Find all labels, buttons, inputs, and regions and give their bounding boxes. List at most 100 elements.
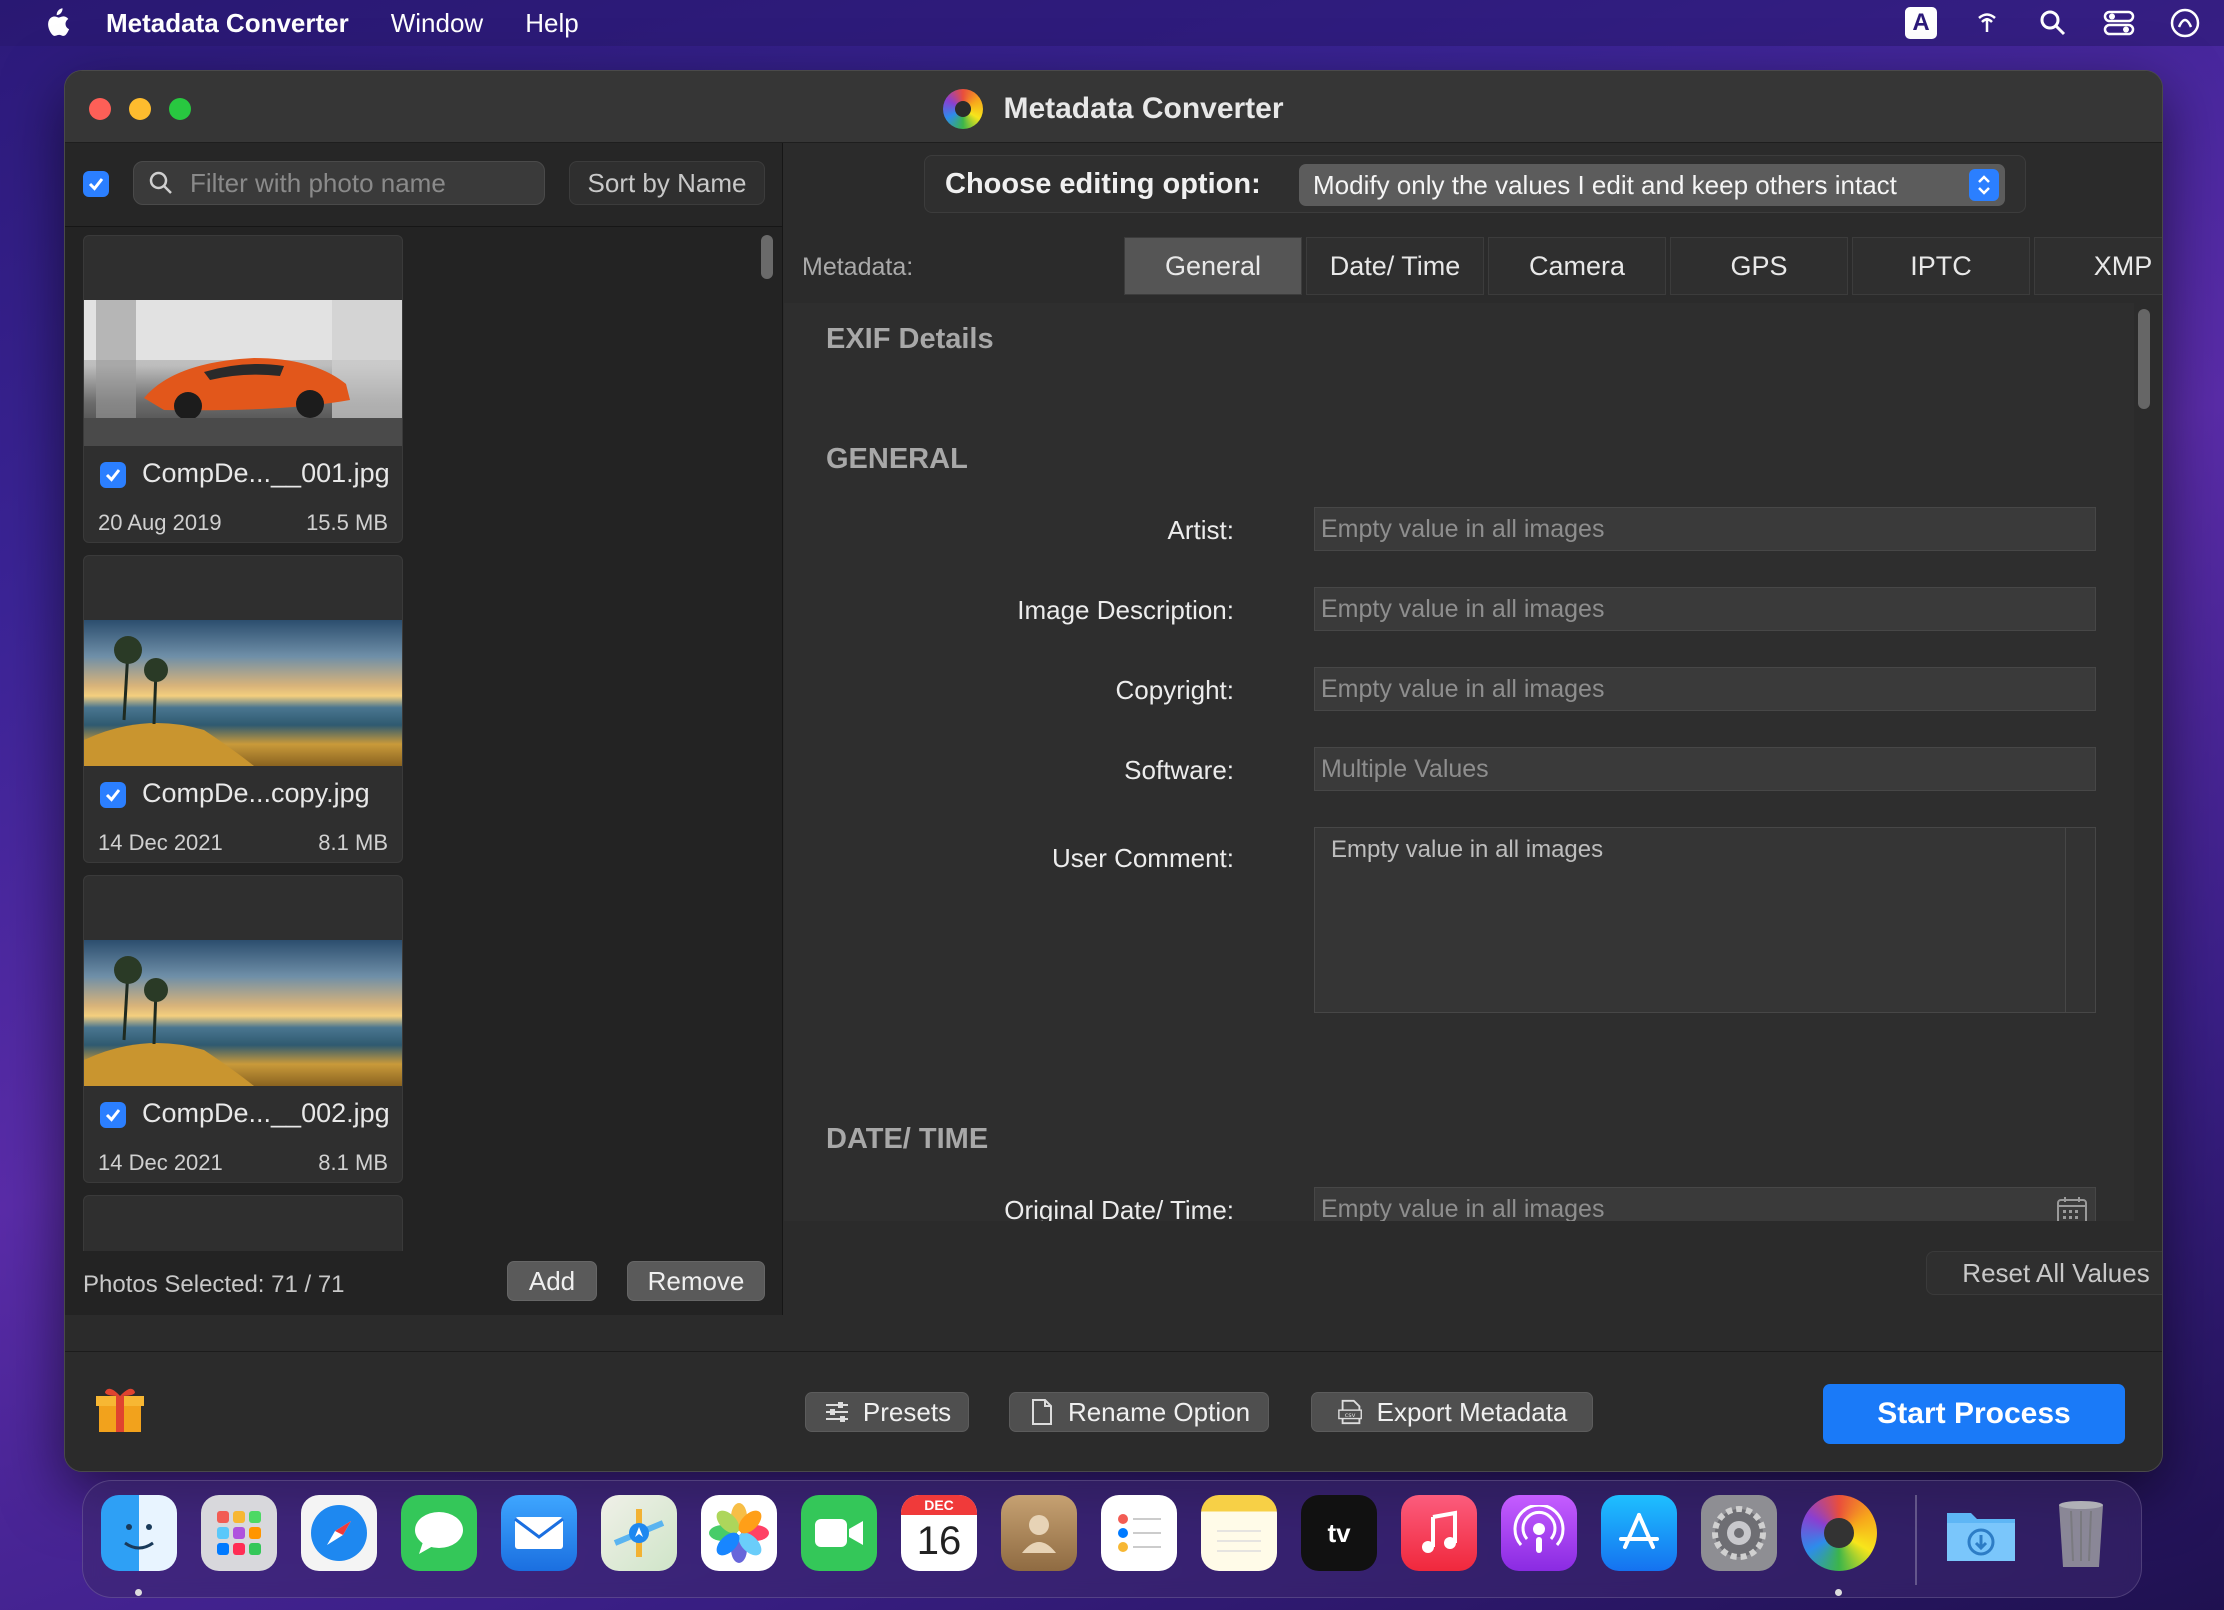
reminders-icon[interactable]: [1101, 1495, 1177, 1571]
editing-option-label: Choose editing option:: [945, 168, 1261, 200]
mail-icon[interactable]: [501, 1495, 577, 1571]
calendar-day: 16: [916, 1519, 962, 1563]
menu-app-name[interactable]: Metadata Converter: [106, 8, 349, 39]
photo-checkbox[interactable]: [100, 462, 126, 488]
input-source-icon[interactable]: A: [1904, 6, 1938, 40]
menu-bar: Metadata Converter Window Help A: [0, 0, 2224, 46]
tab-gps[interactable]: GPS: [1670, 237, 1848, 295]
csv-file-icon: csv: [1337, 1398, 1365, 1426]
launchpad-icon[interactable]: [201, 1495, 277, 1571]
control-center-icon[interactable]: [2102, 6, 2136, 40]
reset-all-values-button[interactable]: Reset All Values: [1926, 1251, 2162, 1295]
system-preferences-icon[interactable]: [1701, 1495, 1777, 1571]
apple-tv-icon[interactable]: tv: [1301, 1495, 1377, 1571]
section-exif-details: EXIF Details: [826, 323, 994, 355]
siri-icon[interactable]: [2168, 6, 2202, 40]
software-field[interactable]: Multiple Values: [1314, 747, 2096, 791]
photo-card[interactable]: CompDe...__001.jpg 20 Aug 2019 15.5 MB: [83, 235, 403, 543]
spotlight-search-icon[interactable]: [2036, 6, 2070, 40]
export-metadata-label: Export Metadata: [1376, 1396, 1568, 1427]
calendar-icon[interactable]: [2055, 1194, 2089, 1221]
editing-option-group: Choose editing option: Modify only the v…: [924, 155, 2026, 213]
trash-icon[interactable]: [2043, 1495, 2119, 1571]
export-metadata-button[interactable]: csv Export Metadata: [1311, 1392, 1593, 1432]
user-comment-label: User Comment:: [1051, 843, 1234, 873]
photo-card[interactable]: CompDe...__002.jpg 14 Dec 2021 8.1 MB: [83, 875, 403, 1183]
apple-menu-icon[interactable]: [38, 5, 74, 41]
tab-iptc[interactable]: IPTC: [1852, 237, 2030, 295]
tab-camera[interactable]: Camera: [1488, 237, 1666, 295]
music-icon[interactable]: [1401, 1495, 1477, 1571]
messages-icon[interactable]: [401, 1495, 477, 1571]
remove-photos-button[interactable]: Remove: [627, 1261, 765, 1301]
tab-date-time[interactable]: Date/ Time: [1306, 237, 1484, 295]
finder-icon[interactable]: [101, 1495, 177, 1571]
software-label: Software:: [1124, 755, 1234, 785]
original-date-time-placeholder: Empty value in all images: [1321, 1194, 1605, 1222]
photo-size: 8.1 MB: [318, 1150, 388, 1175]
document-icon: [1028, 1398, 1056, 1426]
menu-window[interactable]: Window: [391, 8, 483, 39]
podcasts-icon[interactable]: [1501, 1495, 1577, 1571]
photo-list: CompDe...__001.jpg 20 Aug 2019 15.5 MB C…: [83, 235, 743, 1251]
photo-size: 8.1 MB: [318, 830, 388, 855]
textarea-scrollbar[interactable]: [2065, 828, 2095, 1012]
sort-by-name-button[interactable]: Sort by Name: [569, 161, 765, 205]
artist-field[interactable]: Empty value in all images: [1314, 507, 2096, 551]
start-process-button[interactable]: Start Process: [1823, 1384, 2125, 1444]
scrollbar-thumb[interactable]: [761, 235, 773, 279]
photo-list-toolbar: Sort by Name: [65, 143, 782, 227]
safari-icon[interactable]: [301, 1495, 377, 1571]
presets-button[interactable]: Presets: [805, 1392, 969, 1432]
wifi-icon[interactable]: [1970, 6, 2004, 40]
rename-option-button[interactable]: Rename Option: [1009, 1392, 1269, 1432]
editing-option-select[interactable]: Modify only the values I edit and keep o…: [1299, 164, 2005, 206]
photo-checkbox[interactable]: [100, 1102, 126, 1128]
copyright-field[interactable]: Empty value in all images: [1314, 667, 2096, 711]
app-store-icon[interactable]: [1601, 1495, 1677, 1571]
gift-icon[interactable]: [93, 1382, 147, 1436]
image-description-field[interactable]: Empty value in all images: [1314, 587, 2096, 631]
original-date-time-field[interactable]: Empty value in all images: [1314, 1187, 2096, 1221]
photo-list-footer: Photos Selected: 71 / 71 Add Remove: [65, 1243, 782, 1315]
dock-separator: [1915, 1495, 1917, 1585]
filter-field[interactable]: [133, 161, 545, 205]
photo-checkbox[interactable]: [100, 782, 126, 808]
photo-thumbnail: [84, 940, 402, 1086]
menu-help[interactable]: Help: [525, 8, 578, 39]
downloads-folder-icon[interactable]: [1943, 1495, 2019, 1571]
calendar-icon[interactable]: DEC 16: [901, 1495, 977, 1571]
app-window: Metadata Converter Sort by Name: [64, 70, 2163, 1472]
editing-option-value: Modify only the values I edit and keep o…: [1313, 169, 1897, 200]
notes-icon[interactable]: [1201, 1495, 1277, 1571]
bottom-toolbar: Presets Rename Option csv Export Metadat…: [65, 1351, 2162, 1471]
photo-list-panel: Sort by Name: [65, 143, 783, 1315]
photo-list-scrollbar[interactable]: [761, 235, 773, 1251]
section-date-time: DATE/ TIME: [826, 1123, 989, 1155]
tab-xmp[interactable]: XMP: [2034, 237, 2162, 295]
filter-input[interactable]: [190, 167, 530, 199]
photo-thumbnail: [84, 620, 402, 766]
presets-label: Presets: [862, 1396, 952, 1427]
facetime-icon[interactable]: [801, 1495, 877, 1571]
svg-text:csv: csv: [1344, 1411, 1355, 1419]
contacts-icon[interactable]: [1001, 1495, 1077, 1571]
rename-option-label: Rename Option: [1067, 1396, 1251, 1427]
add-photos-button[interactable]: Add: [507, 1261, 597, 1301]
app-logo-icon: [943, 89, 984, 129]
select-all-checkbox[interactable]: [83, 171, 109, 197]
scrollbar-thumb[interactable]: [2138, 309, 2150, 409]
details-scrollbar[interactable]: [2136, 303, 2152, 1221]
metadata-converter-dock-icon[interactable]: [1801, 1495, 1877, 1571]
chevron-up-down-icon: [1969, 169, 1999, 201]
photo-card[interactable]: CompDe...copy.jpg 14 Dec 2021 8.1 MB: [83, 555, 403, 863]
photos-icon[interactable]: [701, 1495, 777, 1571]
user-comment-textarea[interactable]: Empty value in all images: [1314, 827, 2096, 1013]
lens-icon: [1824, 1518, 1854, 1548]
photo-size: 15.5 MB: [306, 510, 388, 535]
tab-general[interactable]: General: [1124, 237, 1302, 295]
title-bar[interactable]: Metadata Converter: [65, 71, 2162, 143]
apple-tv-label: tv: [1327, 1517, 1351, 1548]
photo-thumbnail: [84, 300, 402, 446]
maps-icon[interactable]: [601, 1495, 677, 1571]
